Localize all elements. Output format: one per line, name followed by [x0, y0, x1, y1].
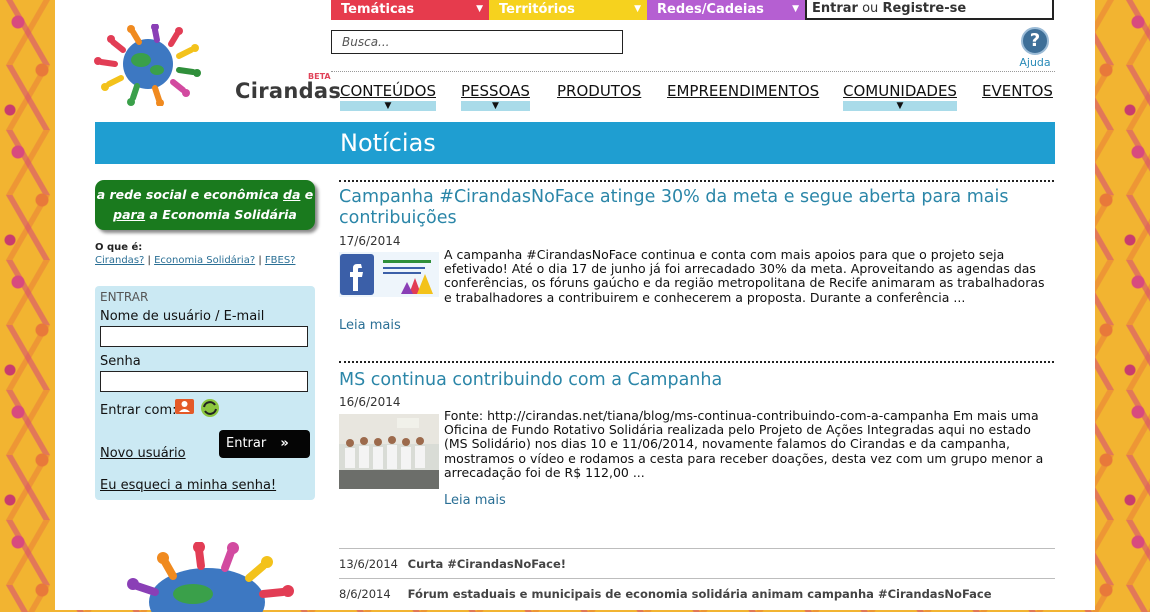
link-separator: |	[147, 255, 151, 266]
chevron-down-icon: ▼	[634, 4, 641, 14]
news-date: 8/6/2014	[339, 587, 391, 601]
dropdown-arrow-icon[interactable]: ▼	[461, 101, 530, 111]
globe-illustration-icon	[127, 542, 294, 612]
social-login-icons	[175, 397, 225, 423]
link-economia-solidaria[interactable]: Economia Solidária?	[154, 255, 255, 266]
nav-label: COMUNIDADES	[843, 82, 957, 100]
nav-label: PRODUTOS	[557, 82, 642, 100]
post-thumbnail-group-photo[interactable]	[339, 414, 439, 489]
slogan-part: a Economia Solidária	[149, 207, 297, 222]
login-panel: ENTRAR Nome de usuário / E-mail Senha En…	[95, 286, 315, 500]
tematicas-label: Temáticas	[341, 2, 415, 17]
nav-label: EMPREENDIMENTOS	[667, 82, 820, 100]
news-title-link[interactable]: Curta #CirandasNoFace!	[408, 557, 566, 571]
tematicas-select[interactable]: Temáticas ▼	[331, 0, 489, 20]
post-divider	[339, 180, 1054, 182]
nav-label: EVENTOS	[982, 82, 1053, 100]
post-excerpt: A campanha #CirandasNoFace continua e co…	[444, 247, 1045, 305]
post-thumbnail-facebook[interactable]	[339, 252, 439, 297]
login-header: ENTRAR	[100, 290, 149, 304]
dropdown-arrow-icon[interactable]: ▼	[340, 101, 436, 111]
link-cirandas[interactable]: Cirandas?	[95, 255, 144, 266]
nav-conteudos[interactable]: CONTEÚDOS ▼	[340, 82, 436, 111]
nav-eventos[interactable]: EVENTOS	[982, 82, 1053, 100]
login-link[interactable]: Entrar	[812, 1, 858, 16]
beta-badge: BETA	[308, 72, 331, 81]
help-label: Ajuda	[1019, 56, 1051, 69]
help-icon: ?	[1021, 27, 1049, 55]
password-label: Senha	[100, 354, 141, 369]
help-button[interactable]: ? Ajuda	[1017, 27, 1053, 69]
search-input[interactable]: Busca...	[331, 30, 623, 54]
nav-comunidades[interactable]: COMUNIDADES ▼	[843, 82, 957, 111]
chevron-down-icon: ▼	[476, 4, 483, 14]
slogan-link-da[interactable]: da	[283, 187, 300, 202]
redes-select[interactable]: Redes/Cadeias ▼	[647, 0, 805, 20]
post-date: 16/6/2014	[339, 395, 401, 409]
oque-title: O que é:	[95, 242, 143, 253]
login-or-text: ou	[862, 1, 879, 16]
territorios-label: Territórios	[499, 2, 575, 17]
post-excerpt: Fonte: http://cirandas.net/tiana/blog/ms…	[444, 408, 1044, 480]
social-login-label: Entrar com:	[100, 403, 177, 418]
login-register-box: Entrar ou Registre-se	[805, 0, 1054, 20]
news-list-item[interactable]: 8/6/2014 Fórum estaduais e municipais de…	[339, 578, 1055, 609]
link-fbes[interactable]: FBES?	[265, 255, 296, 266]
slogan-part: e	[304, 187, 314, 202]
slogan-part: a rede social e econômica	[96, 187, 279, 202]
post-divider	[339, 361, 1054, 363]
password-input[interactable]	[100, 371, 308, 392]
login-submit-label: Entrar	[226, 436, 267, 451]
person-login-icon[interactable]	[175, 399, 194, 414]
username-input[interactable]	[100, 326, 308, 347]
double-chevron-icon: »	[280, 436, 289, 451]
post-title-link[interactable]: MS continua contribuindo com a Campanha	[339, 370, 1054, 391]
site-logo[interactable]: Cirandas BETA	[93, 23, 341, 107]
slogan-box: a rede social e econômica da e para a Ec…	[95, 180, 315, 230]
nav-pessoas[interactable]: PESSOAS ▼	[461, 82, 530, 111]
header-divider	[331, 71, 1055, 72]
forgot-password-link[interactable]: Eu esqueci a minha senha!	[100, 478, 276, 493]
link-separator: |	[258, 255, 262, 266]
nav-label: CONTEÚDOS	[340, 82, 436, 100]
section-banner: Notícias	[95, 122, 1055, 164]
dropdown-arrow-icon[interactable]: ▼	[843, 101, 957, 111]
read-more-link[interactable]: Leia mais	[444, 493, 506, 508]
page-title: Notícias	[340, 129, 436, 157]
refresh-login-icon[interactable]	[201, 399, 219, 417]
oque-links: Cirandas? | Economia Solidária? | FBES?	[95, 255, 295, 266]
territorios-select[interactable]: Territórios ▼	[489, 0, 647, 20]
chevron-down-icon: ▼	[792, 4, 799, 14]
post-title-link[interactable]: Campanha #CirandasNoFace atinge 30% da m…	[339, 187, 1054, 229]
login-submit-button[interactable]: Entrar »	[219, 430, 310, 458]
news-date: 13/6/2014	[339, 557, 398, 571]
logo-name: Cirandas	[235, 79, 342, 103]
page: Temáticas ▼ Territórios ▼ Redes/Cadeias …	[55, 0, 1095, 612]
new-user-link[interactable]: Novo usuário	[100, 446, 186, 461]
globe-logo-icon	[94, 23, 201, 107]
nav-produtos[interactable]: PRODUTOS	[557, 82, 641, 100]
username-label: Nome de usuário / E-mail	[100, 309, 265, 324]
register-link[interactable]: Registre-se	[882, 1, 966, 16]
redes-label: Redes/Cadeias	[657, 2, 764, 17]
read-more-link[interactable]: Leia mais	[339, 318, 401, 333]
nav-label: PESSOAS	[461, 82, 530, 100]
post-date: 17/6/2014	[339, 234, 401, 248]
news-title-link[interactable]: Fórum estaduais e municipais de economia…	[408, 587, 992, 601]
slogan-link-para[interactable]: para	[113, 207, 145, 222]
nav-empreendimentos[interactable]: EMPREENDIMENTOS	[667, 82, 819, 100]
news-list-item[interactable]: 13/6/2014 Curta #CirandasNoFace!	[339, 548, 1055, 579]
